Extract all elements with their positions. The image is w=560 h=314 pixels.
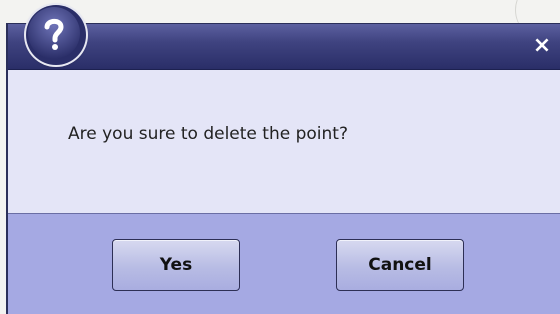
confirm-dialog: × Are you sure to delete the point? Yes …	[6, 23, 560, 314]
question-icon	[26, 5, 86, 65]
dialog-titlebar: ×	[8, 24, 560, 70]
dialog-body: Are you sure to delete the point?	[8, 70, 560, 214]
yes-button[interactable]: Yes	[112, 239, 240, 291]
dialog-footer: Yes Cancel	[8, 214, 560, 314]
close-button[interactable]: ×	[530, 32, 554, 60]
dialog-message: Are you sure to delete the point?	[68, 124, 348, 144]
cancel-button[interactable]: Cancel	[336, 239, 464, 291]
